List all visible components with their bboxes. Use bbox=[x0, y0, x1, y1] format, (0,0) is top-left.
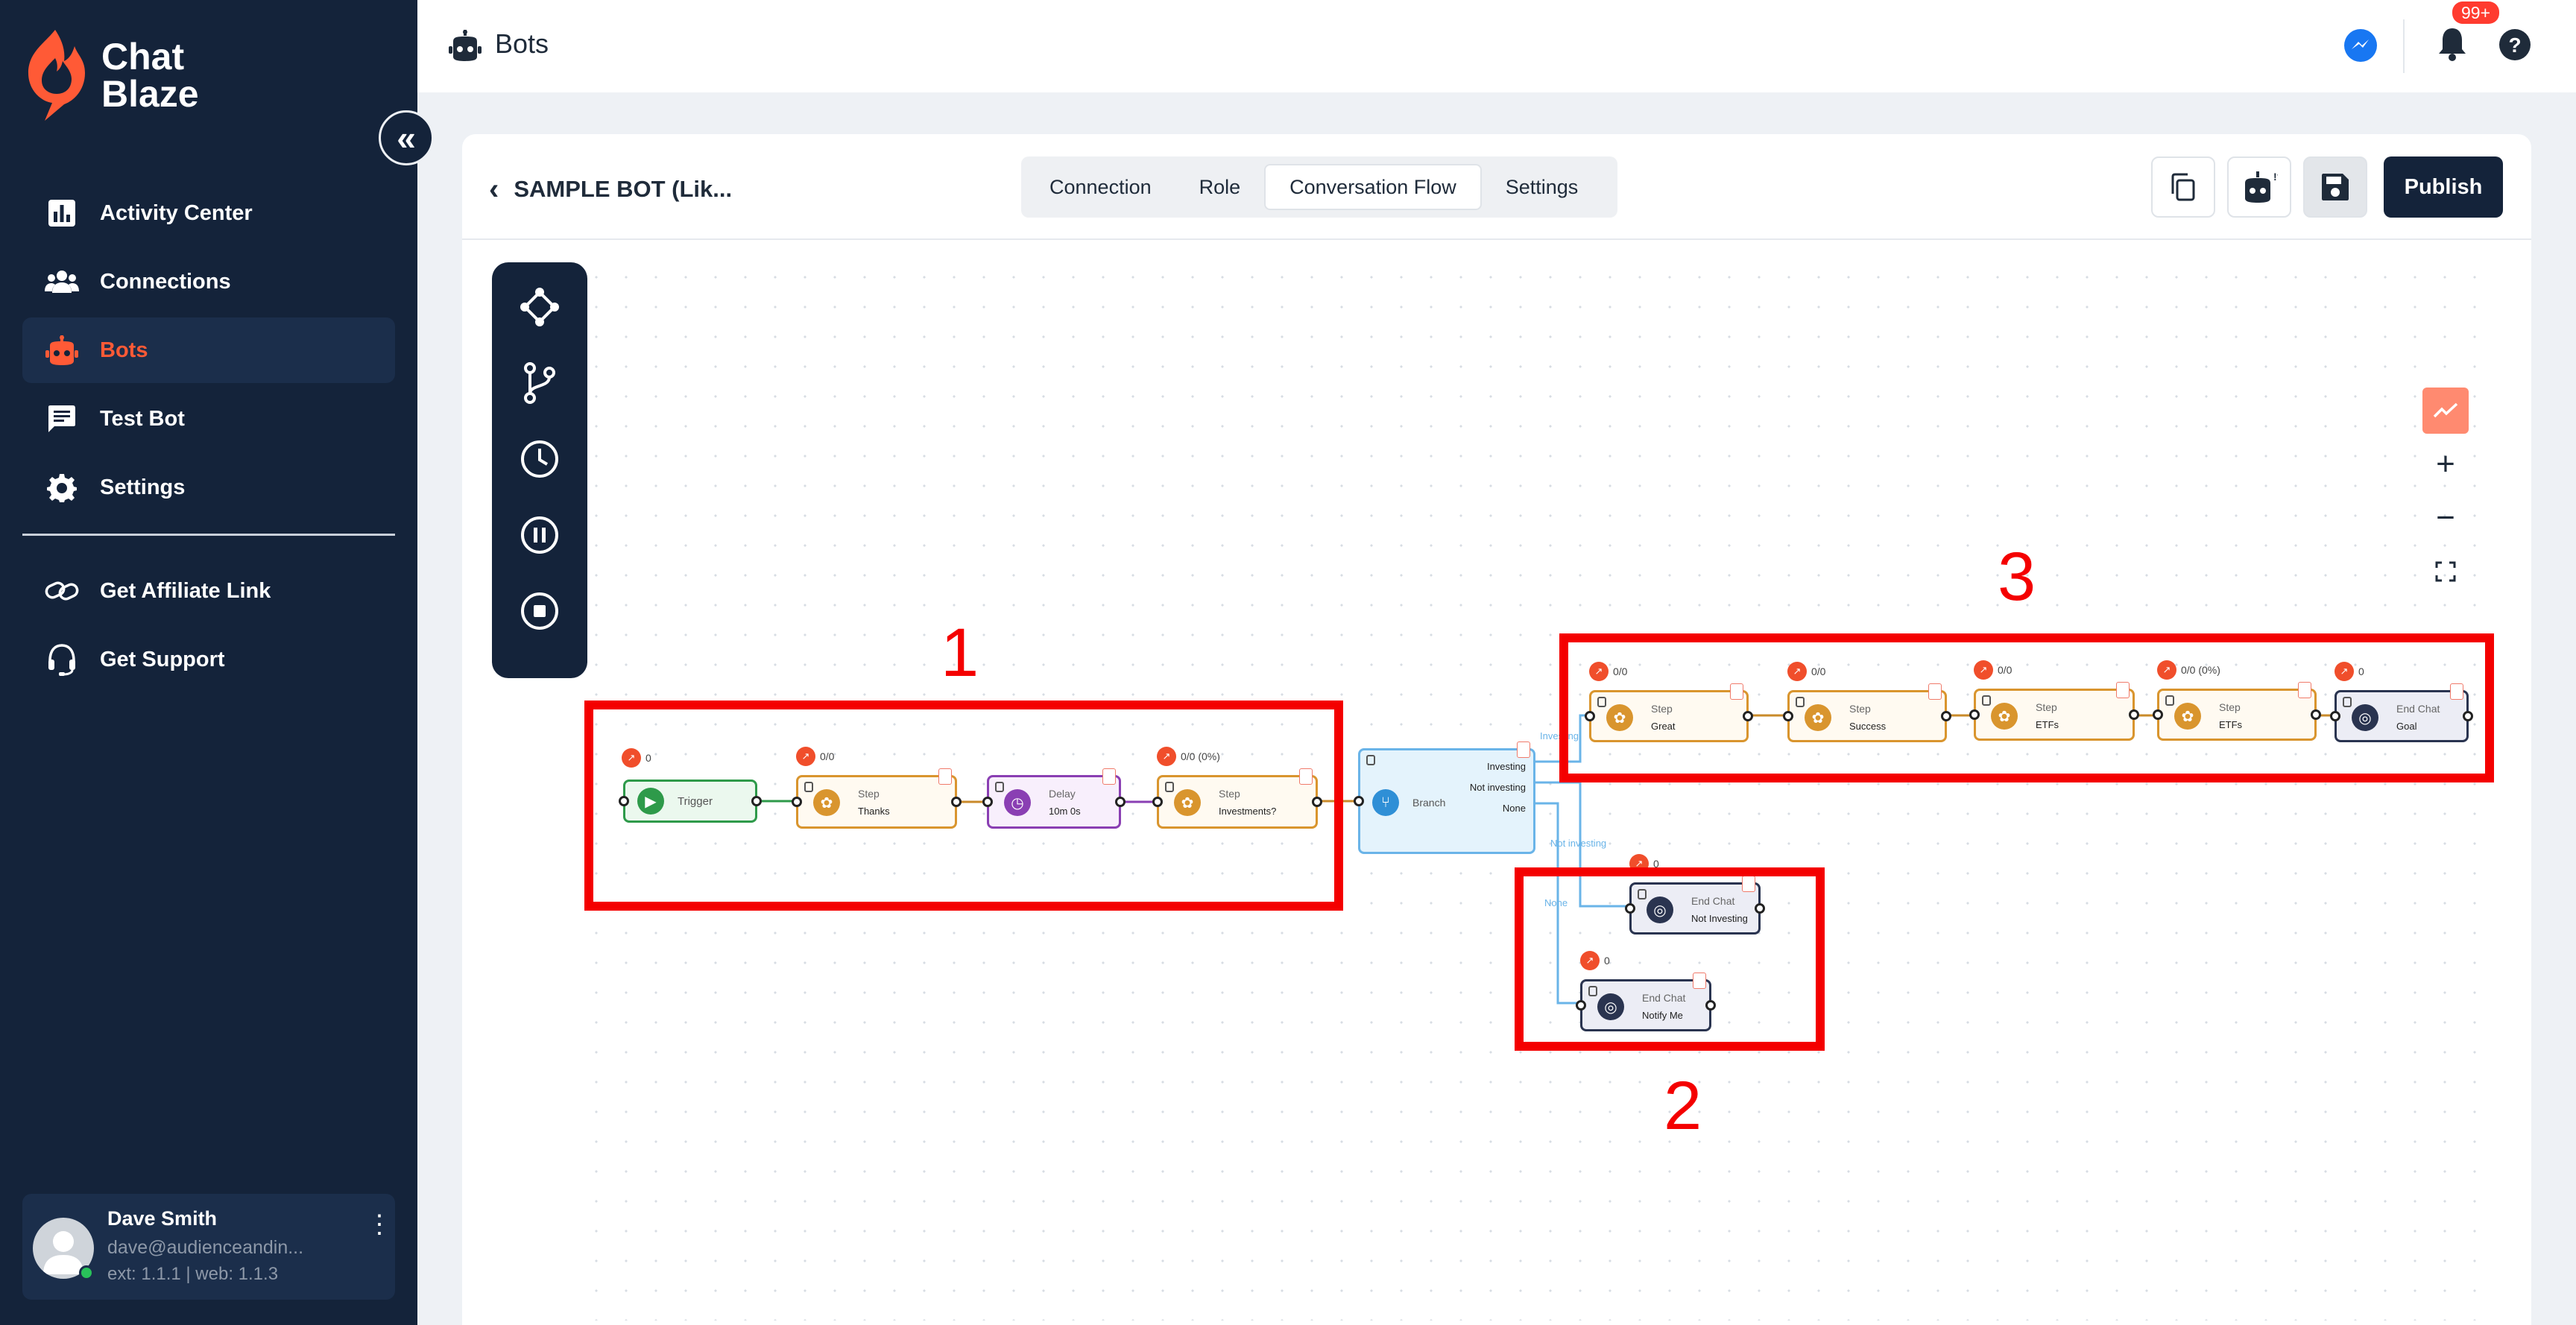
annotation-box-2 bbox=[1515, 867, 1825, 1051]
node-label: Branch bbox=[1412, 797, 1446, 809]
branch-output-none: None bbox=[1502, 803, 1526, 814]
branch-icon: ⑂ bbox=[1372, 789, 1399, 816]
annotation-box-1 bbox=[584, 701, 1343, 911]
annotation-label-1: 1 bbox=[941, 615, 979, 691]
edge-label-not-investing: Not investing bbox=[1550, 838, 1607, 849]
delete-node-icon[interactable] bbox=[1517, 741, 1530, 758]
annotation-label-2: 2 bbox=[1664, 1068, 1702, 1144]
branch-output-investing: Investing bbox=[1486, 761, 1526, 772]
input-handle[interactable] bbox=[1354, 796, 1364, 806]
branch-output-not-investing: Not investing bbox=[1469, 782, 1526, 793]
branch-node[interactable]: ⑂ Branch Investing Not investing None bbox=[1354, 741, 1535, 854]
annotation-box-3 bbox=[1559, 633, 2494, 782]
annotation-label-3: 3 bbox=[1998, 539, 2036, 615]
clipboard-icon bbox=[1366, 755, 1375, 765]
